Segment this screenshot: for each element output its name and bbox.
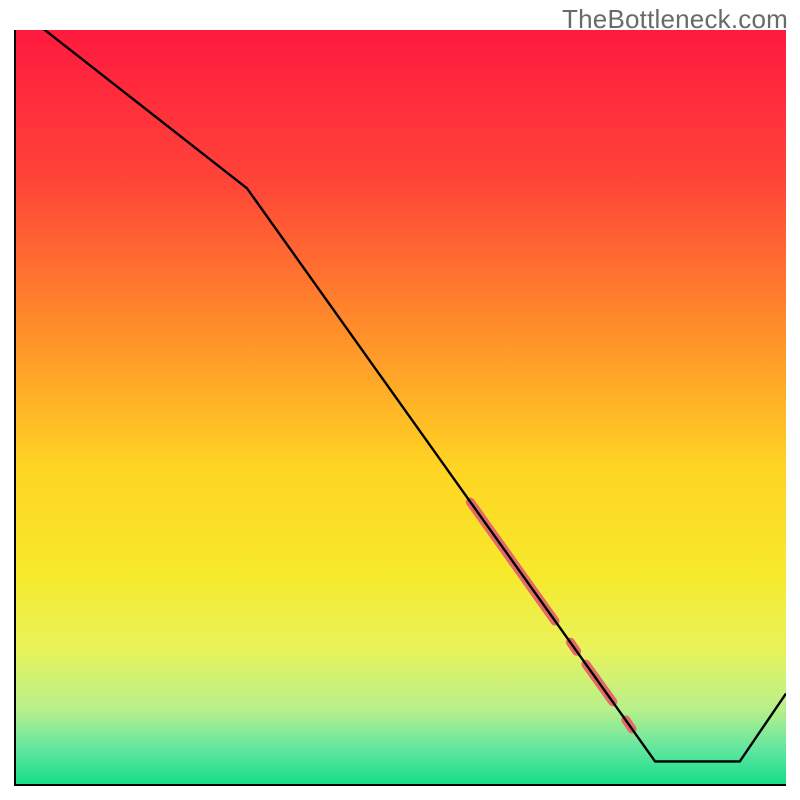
chart-stage: TheBottleneck.com (0, 0, 800, 800)
plot-area (14, 30, 786, 786)
bottleneck-line-chart (16, 30, 786, 784)
gradient-background (16, 30, 786, 784)
